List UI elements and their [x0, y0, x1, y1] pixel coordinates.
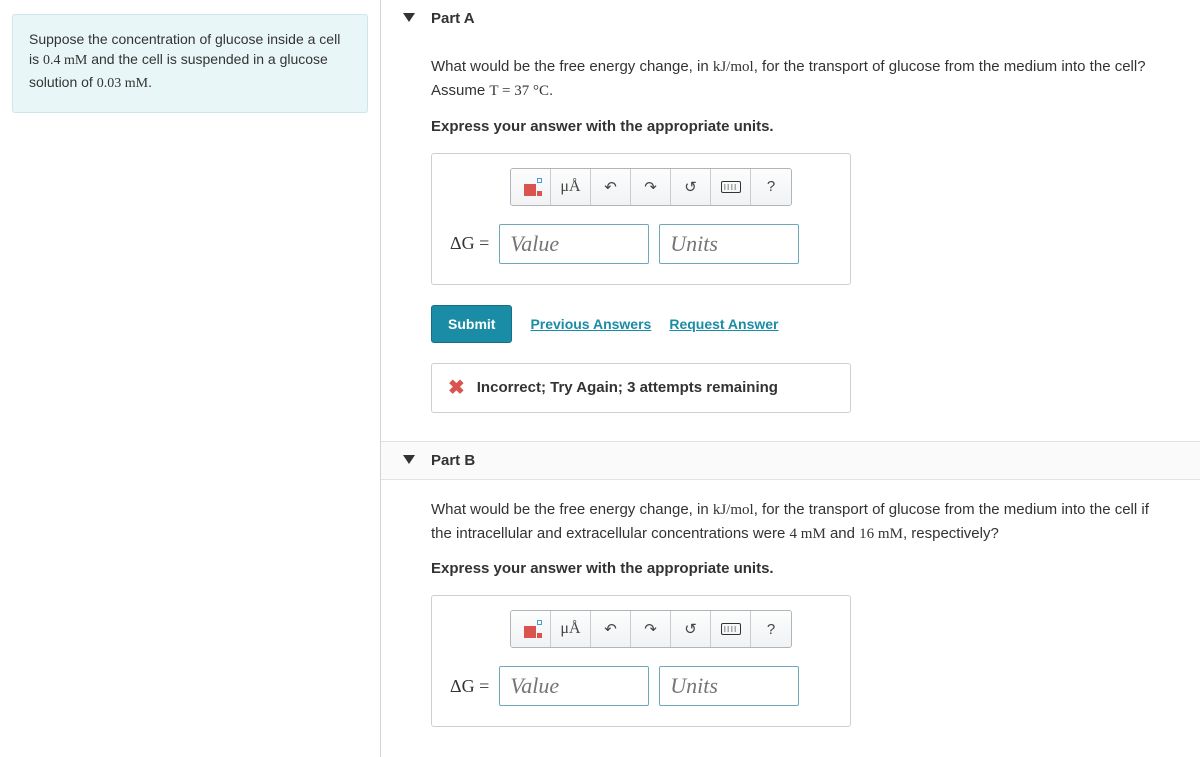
undo-button[interactable]: ↶ [591, 169, 631, 205]
q-text: . [549, 82, 553, 99]
reset-icon: ↺ [684, 178, 697, 196]
part-a-instruction: Express your answer with the appropriate… [431, 118, 1172, 135]
delta-g-label: ΔG = [450, 676, 489, 697]
units-input[interactable] [659, 666, 799, 706]
incorrect-icon: ✖ [448, 378, 465, 398]
request-answer-link[interactable]: Request Answer [669, 316, 778, 332]
keyboard-button[interactable] [711, 611, 751, 647]
reset-icon: ↺ [684, 620, 697, 638]
feedback-text: Incorrect; Try Again; 3 attempts remaini… [477, 379, 778, 396]
delta-g-label: ΔG = [450, 233, 489, 254]
template-button[interactable] [511, 611, 551, 647]
part-a-title: Part A [431, 10, 475, 27]
intro-c-out: 0.03 mM [97, 76, 148, 91]
units-symbol-button[interactable]: μÅ [551, 169, 591, 205]
units-symbol-button[interactable]: μÅ [551, 611, 591, 647]
keyboard-icon [721, 181, 741, 193]
q-c-out: 16 mM [859, 526, 903, 542]
previous-answers-link[interactable]: Previous Answers [530, 316, 651, 332]
units-input[interactable] [659, 224, 799, 264]
q-text: , respectively? [903, 525, 999, 542]
part-a-answer-panel: μÅ ↶ ↷ ↺ ? ΔG = [431, 153, 851, 285]
q-unit: kJ/mol [713, 59, 754, 75]
chevron-down-icon[interactable] [403, 455, 415, 464]
reset-button[interactable]: ↺ [671, 611, 711, 647]
feedback-box: ✖ Incorrect; Try Again; 3 attempts remai… [431, 363, 851, 413]
redo-button[interactable]: ↷ [631, 611, 671, 647]
template-icon [520, 176, 542, 198]
help-button[interactable]: ? [751, 169, 791, 205]
redo-icon: ↷ [644, 178, 657, 196]
q-text: What would be the free energy change, in [431, 58, 713, 75]
part-b-title: Part B [431, 452, 475, 469]
intro-text: . [148, 74, 152, 90]
value-input[interactable] [499, 666, 649, 706]
template-button[interactable] [511, 169, 551, 205]
help-button[interactable]: ? [751, 611, 791, 647]
part-a-header[interactable]: Part A [381, 0, 1200, 37]
undo-icon: ↶ [604, 178, 617, 196]
undo-button[interactable]: ↶ [591, 611, 631, 647]
template-icon [520, 618, 542, 640]
keyboard-button[interactable] [711, 169, 751, 205]
part-a-question: What would be the free energy change, in… [431, 55, 1172, 104]
undo-icon: ↶ [604, 620, 617, 638]
value-input[interactable] [499, 224, 649, 264]
redo-icon: ↷ [644, 620, 657, 638]
submit-button[interactable]: Submit [431, 305, 512, 343]
part-b-answer-panel: μÅ ↶ ↷ ↺ ? ΔG = [431, 595, 851, 727]
q-text: What would be the free energy change, in [431, 501, 713, 518]
part-b-question: What would be the free energy change, in… [431, 498, 1172, 547]
redo-button[interactable]: ↷ [631, 169, 671, 205]
intro-c-in: 0.4 mM [43, 53, 87, 68]
q-temp: T = 37 °C [489, 83, 549, 99]
q-c-in: 4 mM [790, 526, 826, 542]
reset-button[interactable]: ↺ [671, 169, 711, 205]
part-b-header[interactable]: Part B [381, 441, 1200, 480]
q-text: and [826, 525, 859, 542]
part-b-instruction: Express your answer with the appropriate… [431, 560, 1172, 577]
chevron-down-icon[interactable] [403, 13, 415, 22]
problem-intro: Suppose the concentration of glucose ins… [12, 14, 368, 113]
q-unit: kJ/mol [713, 502, 754, 518]
equation-toolbar: μÅ ↶ ↷ ↺ ? [510, 610, 792, 648]
keyboard-icon [721, 623, 741, 635]
equation-toolbar: μÅ ↶ ↷ ↺ ? [510, 168, 792, 206]
